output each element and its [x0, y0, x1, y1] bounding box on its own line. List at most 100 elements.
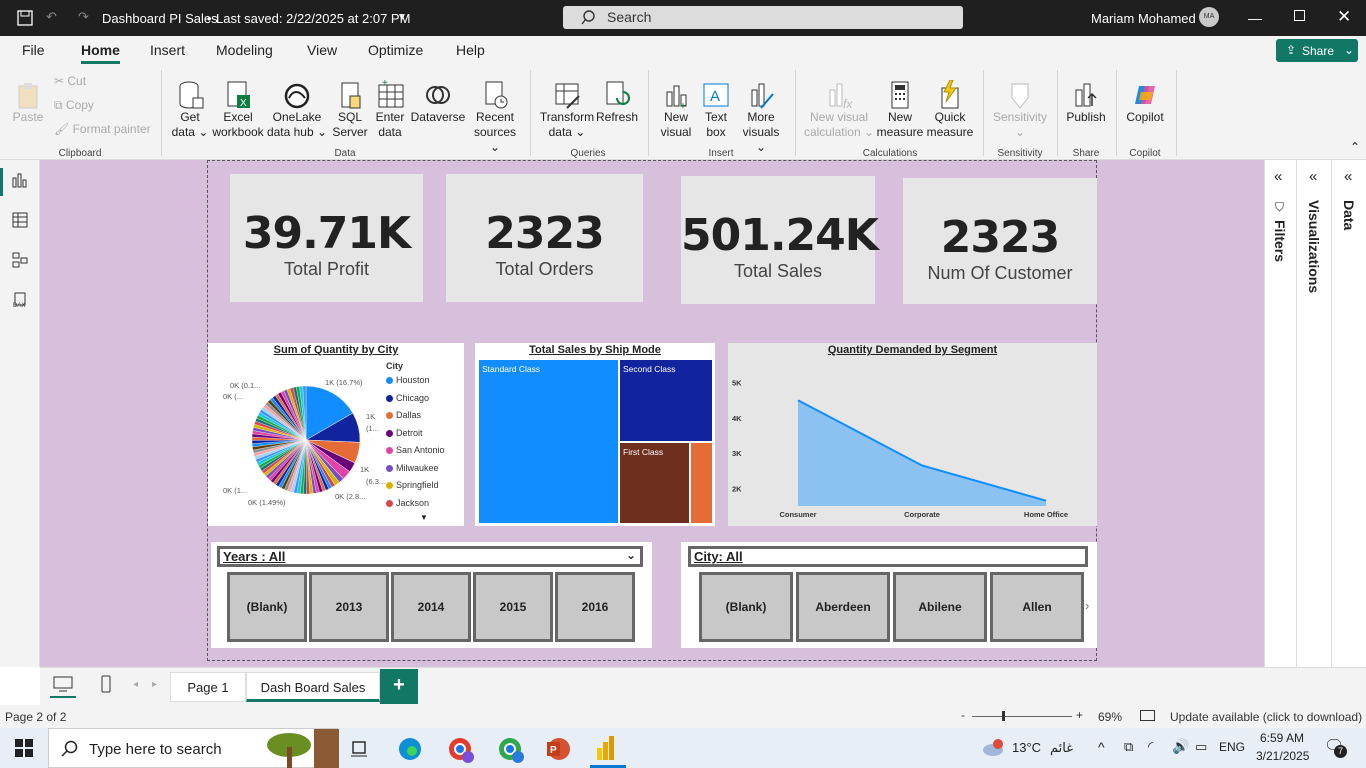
legend-item[interactable]: Jackson	[386, 498, 445, 516]
dax-query-view-icon[interactable]: DAX	[12, 292, 28, 308]
search-input[interactable]: Search	[563, 6, 963, 29]
treemap-tile[interactable]: First Class	[619, 441, 690, 524]
maximize-icon[interactable]	[1294, 10, 1305, 21]
task-view-icon[interactable]	[350, 739, 368, 757]
recent-sources-button[interactable]: Recent sources ⌄	[468, 81, 522, 155]
expand-visualizations-icon[interactable]: «	[1309, 168, 1317, 185]
paste-button[interactable]: Paste	[10, 83, 46, 125]
menu-insert[interactable]: Insert	[150, 42, 185, 58]
excel-workbook-button[interactable]: X Excel workbook	[210, 81, 266, 140]
battery-icon[interactable]: ▭	[1195, 739, 1207, 755]
clock-time[interactable]: 6:59 AM	[1260, 731, 1304, 745]
zoom-slider[interactable]	[972, 716, 1072, 717]
transform-data-button[interactable]: Transform data ⌄	[538, 83, 596, 140]
kpi-card-num-of-customer[interactable]: 2323 Num Of Customer	[903, 178, 1097, 304]
sensitivity-button[interactable]: Sensitivity ⌄	[988, 83, 1052, 140]
zoom-level[interactable]: 69%	[1098, 710, 1122, 724]
chrome-profile-icon[interactable]	[448, 737, 474, 763]
fit-to-page-icon[interactable]	[1140, 710, 1155, 721]
area-chart-quantity-by-segment[interactable]: Quantity Demanded by Segment 5K 4K 3K 2K Con…	[728, 343, 1097, 526]
treemap-tile[interactable]	[689, 441, 713, 524]
quick-measure-button[interactable]: Quick measure	[926, 80, 974, 140]
table-view-icon[interactable]	[12, 212, 28, 228]
sql-server-button[interactable]: SQL Server	[330, 82, 370, 140]
save-icon[interactable]	[17, 10, 33, 26]
model-view-icon[interactable]	[12, 252, 28, 268]
legend-item[interactable]: San Antonio	[386, 445, 445, 463]
kpi-card-total-profit[interactable]: 39.71K Total Profit	[230, 174, 423, 302]
update-available-link[interactable]: Update available (click to download)	[1170, 710, 1362, 724]
menu-file[interactable]: File	[22, 42, 45, 58]
previous-page-icon[interactable]: ◂	[133, 679, 138, 690]
slicer-tile[interactable]: (Blank)	[227, 572, 307, 642]
menu-modeling[interactable]: Modeling	[216, 42, 273, 58]
clock-date[interactable]: 3/21/2025	[1256, 749, 1309, 763]
notifications-button[interactable]: 🗨 7	[1324, 736, 1347, 758]
legend-item[interactable]: Houston	[386, 375, 445, 393]
slicer-tile[interactable]: Allen	[990, 572, 1084, 642]
weather-temperature[interactable]: 13°C	[1012, 740, 1041, 755]
treemap-sales-by-ship-mode[interactable]: Total Sales by Ship Mode Standard Class S…	[475, 343, 715, 526]
slicer-tile[interactable]: 2013	[309, 572, 389, 642]
chrome-profile-icon[interactable]	[498, 737, 524, 763]
menu-optimize[interactable]: Optimize	[368, 42, 423, 58]
visualizations-pane[interactable]: « Visualizations	[1297, 160, 1332, 667]
refresh-button[interactable]: Refresh	[596, 81, 638, 125]
text-box-button[interactable]: A Text box	[698, 83, 734, 140]
chevron-down-icon[interactable]: ⌄	[626, 548, 636, 563]
slicer-tile[interactable]: 2014	[391, 572, 471, 642]
desktop-layout-icon[interactable]	[53, 676, 73, 693]
user-name[interactable]: Mariam Mohamed	[1091, 11, 1196, 26]
mobile-layout-icon[interactable]	[101, 675, 111, 693]
legend-item[interactable]: Chicago	[386, 393, 445, 411]
onelake-button[interactable]: OneLake data hub ⌄	[266, 83, 328, 140]
kpi-card-total-orders[interactable]: 2323 Total Orders	[446, 174, 643, 302]
copy-button[interactable]: ⧉ Copy	[54, 98, 94, 113]
new-visual-calculation-button[interactable]: fx New visual calculation ⌄	[802, 83, 876, 140]
menu-home[interactable]: Home	[81, 42, 120, 64]
power-bi-icon[interactable]	[595, 736, 617, 762]
legend-scroll-down-icon[interactable]: ▼	[420, 513, 428, 522]
years-slicer-header[interactable]: Years : All ⌄	[217, 546, 643, 567]
slicer-tile[interactable]: 2016	[555, 572, 635, 642]
weather-condition[interactable]: غائم	[1050, 740, 1073, 756]
city-slicer-header[interactable]: City: All	[688, 546, 1088, 567]
taskbar-search[interactable]: Type here to search	[48, 728, 339, 768]
minimize-icon[interactable]: —	[1248, 10, 1262, 26]
legend-item[interactable]: Dallas	[386, 410, 445, 428]
filters-pane[interactable]: « ⛉ Filters	[1265, 160, 1297, 667]
slicer-tile[interactable]: Aberdeen	[796, 572, 890, 642]
legend-item[interactable]: Milwaukee	[386, 463, 445, 481]
wifi-icon[interactable]: ◜	[1148, 738, 1153, 755]
slicer-tile[interactable]: 2015	[473, 572, 553, 642]
avatar[interactable]: MA	[1199, 7, 1219, 27]
data-pane[interactable]: « Data	[1332, 160, 1366, 667]
new-visual-button[interactable]: + New visual	[656, 85, 696, 140]
zoom-slider-thumb[interactable]	[1002, 711, 1005, 721]
tab-page-1[interactable]: Page 1	[170, 672, 246, 702]
format-painter-button[interactable]: 🖌 Format painter	[54, 122, 151, 136]
meet-now-icon[interactable]: ⧉	[1124, 739, 1133, 755]
chevron-down-icon[interactable]: ▼	[397, 12, 407, 23]
get-data-button[interactable]: Get data ⌄	[168, 81, 212, 140]
input-language[interactable]: ENG	[1219, 740, 1245, 754]
copilot-button[interactable]: Copilot	[1122, 86, 1168, 125]
new-measure-button[interactable]: New measure	[876, 81, 924, 140]
expand-data-icon[interactable]: «	[1344, 168, 1352, 185]
expand-filters-icon[interactable]: «	[1274, 168, 1282, 185]
pie-chart-quantity-by-city[interactable]: Sum of Quantity by City 1K (16.7%) 1K (1..…	[208, 343, 464, 526]
legend-item[interactable]: Springfield	[386, 480, 445, 498]
collapse-ribbon-icon[interactable]: ⌃	[1350, 140, 1360, 154]
menu-help[interactable]: Help	[456, 42, 485, 58]
treemap-tile[interactable]: Second Class	[619, 359, 713, 442]
report-view-icon[interactable]	[12, 172, 28, 188]
redo-icon[interactable]: ↷	[78, 9, 89, 25]
volume-icon[interactable]: 🔊	[1172, 738, 1189, 755]
next-page-icon[interactable]: ▸	[152, 679, 157, 690]
edge-browser-icon[interactable]	[398, 737, 422, 761]
windows-start-icon[interactable]	[15, 739, 33, 757]
kpi-card-total-sales[interactable]: 501.24K Total Sales	[681, 176, 879, 304]
add-page-button[interactable]: +	[380, 669, 418, 704]
zoom-out-icon[interactable]: -	[961, 708, 965, 722]
slicer-tile[interactable]: (Blank)	[699, 572, 793, 642]
